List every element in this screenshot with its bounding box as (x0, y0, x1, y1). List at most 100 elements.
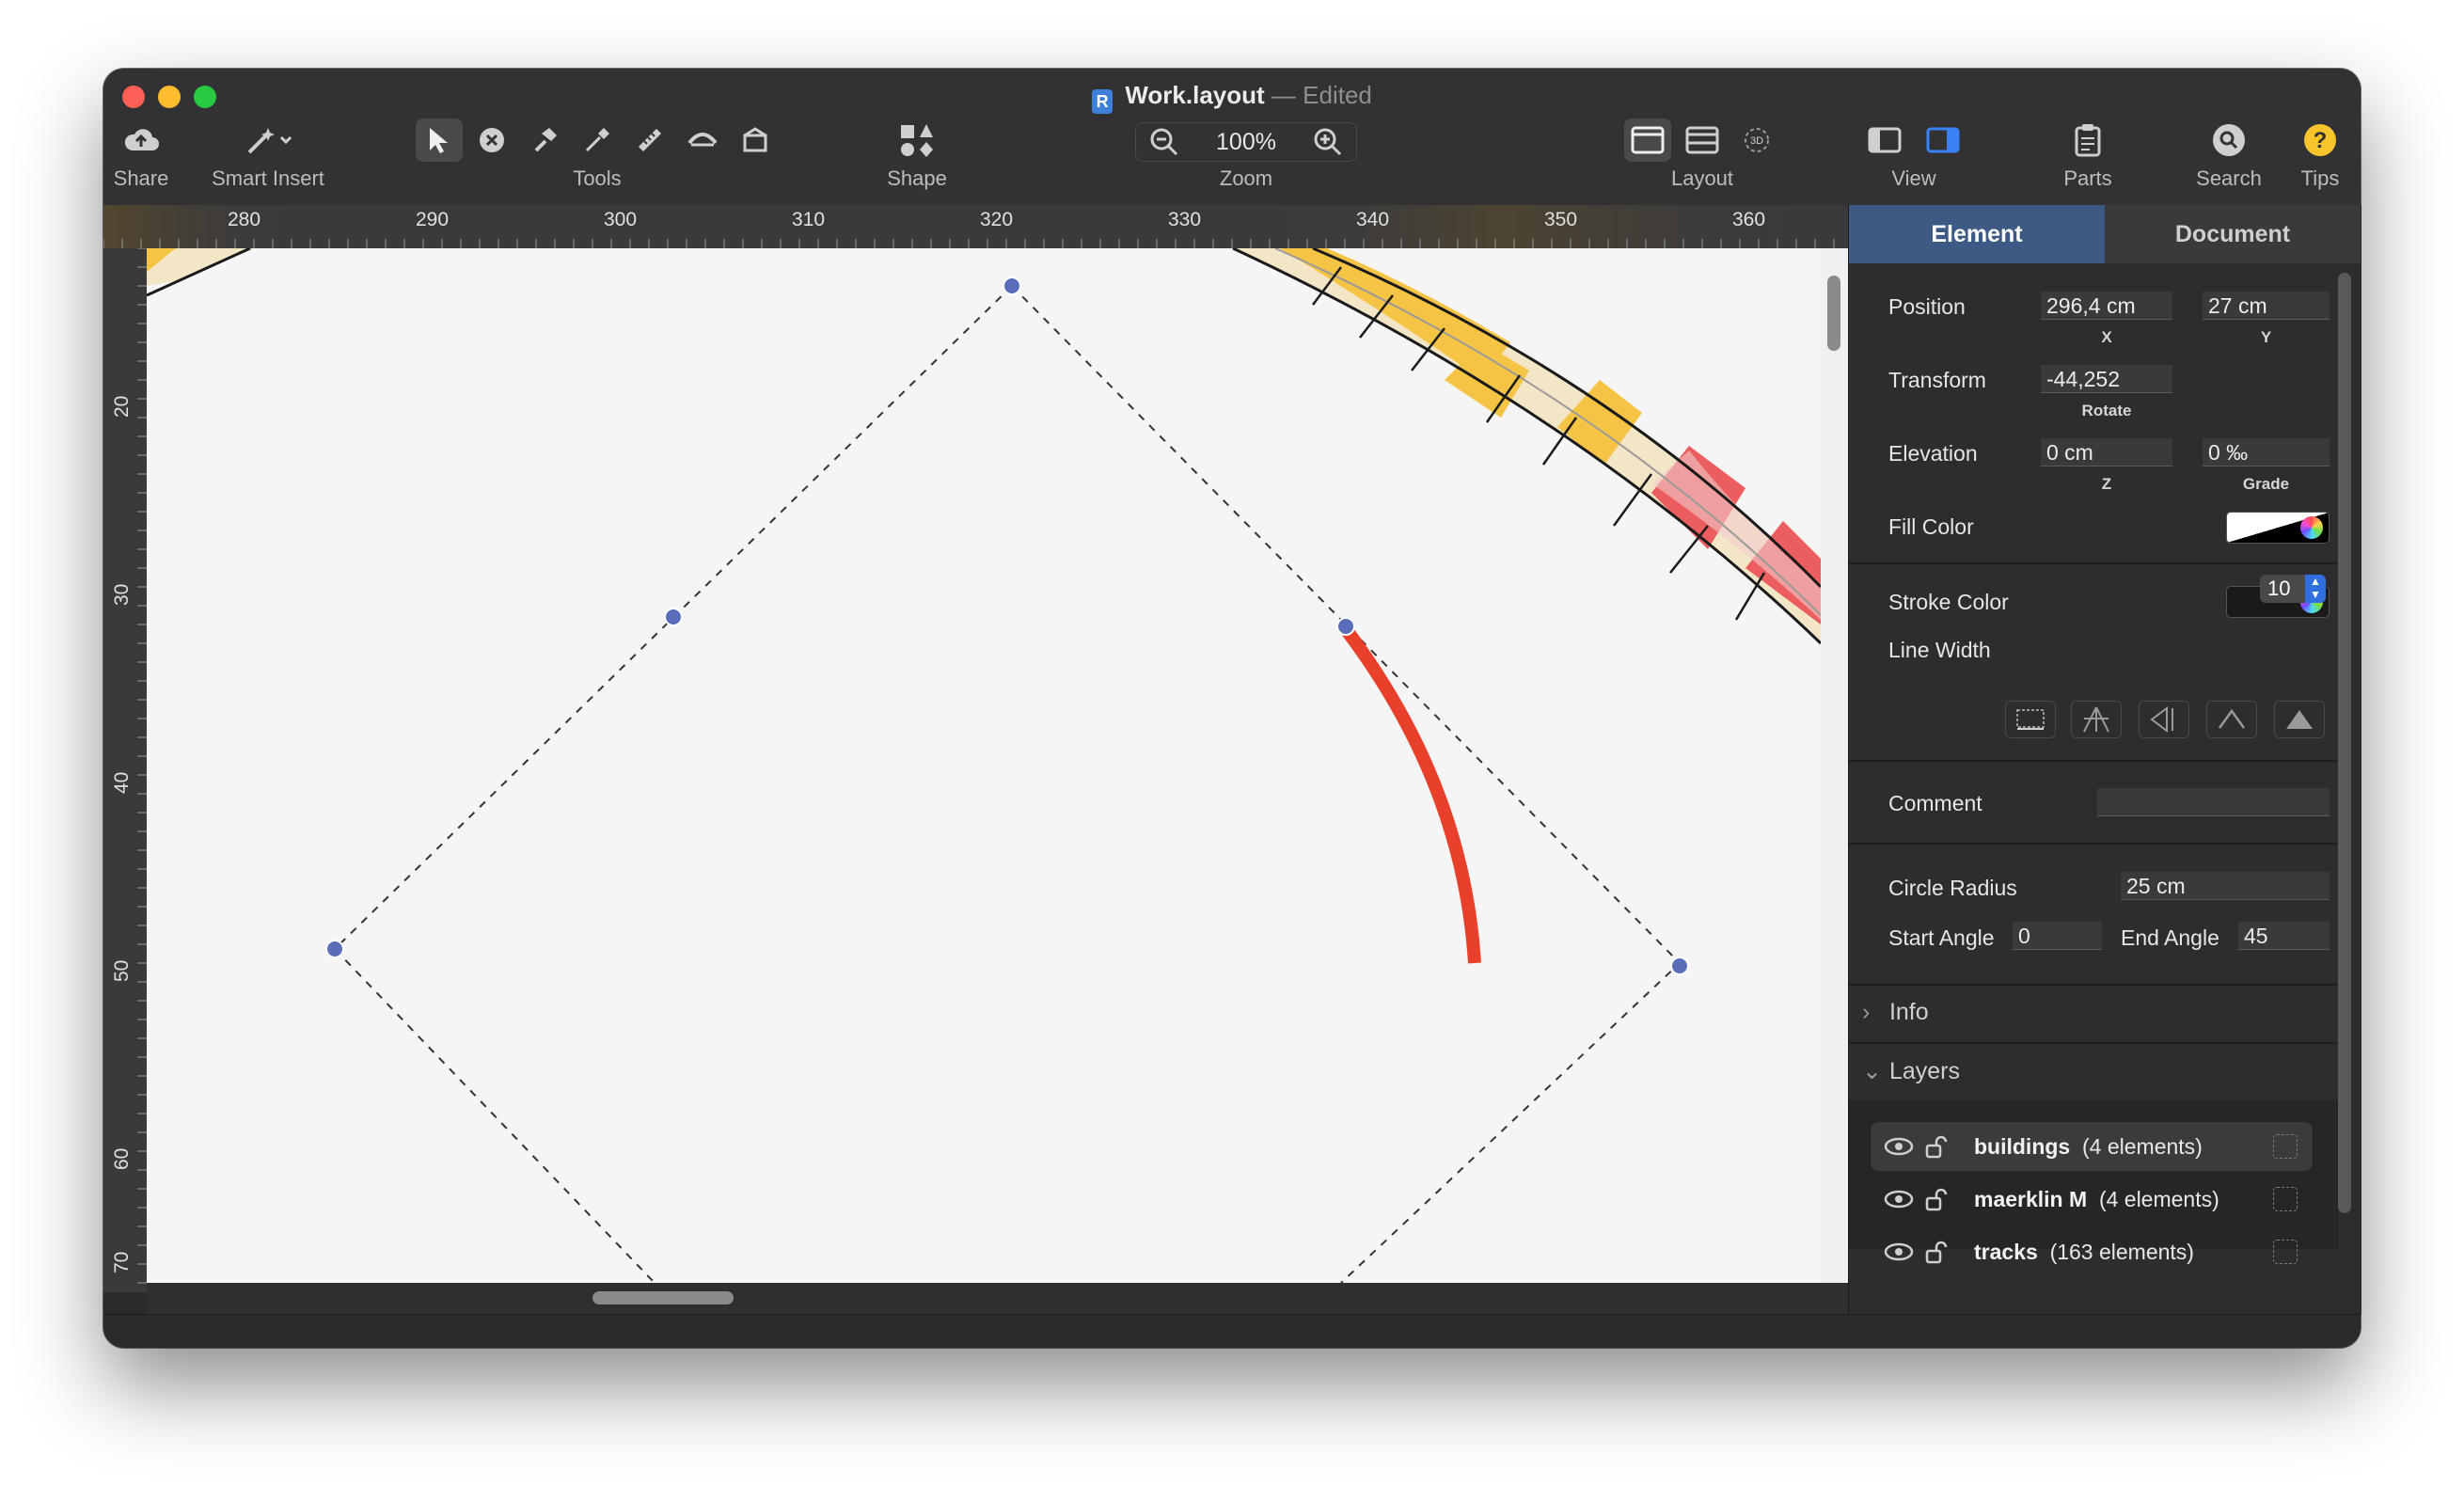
position-x-caption: X (2101, 328, 2112, 346)
arc-open-button[interactable] (2206, 701, 2257, 738)
eye-icon[interactable] (1884, 1190, 1914, 1209)
inspector-scrollbar[interactable] (2338, 273, 2351, 1213)
delete-tool-button[interactable] (468, 119, 515, 162)
station-icon (743, 127, 767, 152)
track-fragment-top-left[interactable] (147, 248, 255, 297)
flip-horizontal-button[interactable] (2139, 701, 2189, 738)
search-label: Search (2196, 166, 2262, 190)
eyedropper-icon (585, 128, 609, 152)
layer-select-box[interactable] (2273, 1187, 2298, 1211)
select-tool-button[interactable] (416, 119, 463, 162)
layer-row-tracks[interactable]: tracks (163 elements) (1871, 1227, 2313, 1276)
toggle-sidebar-left-button[interactable] (1861, 119, 1908, 162)
comment-field[interactable] (2097, 788, 2330, 816)
sidebar-right-icon (1926, 127, 1960, 153)
layout-single-button[interactable] (1624, 119, 1671, 162)
rotate-field[interactable]: -44,252 (2041, 365, 2172, 393)
layout-canvas[interactable] (147, 248, 1821, 1283)
ruler-top-label: 340 (1356, 209, 1390, 230)
fill-color-well[interactable] (2226, 512, 2330, 544)
end-angle-field[interactable]: 45 (2238, 922, 2330, 950)
tools-label: Tools (573, 166, 622, 190)
handle-right-mid[interactable] (1336, 617, 1355, 636)
line-width-stepper[interactable]: 10 ▲ ▼ (2260, 575, 2326, 603)
toggle-sidebar-right-button[interactable] (1919, 119, 1966, 162)
position-x-field[interactable]: 296,4 cm (2041, 292, 2172, 320)
canvas-horizontal-scrollbar[interactable] (147, 1283, 1848, 1314)
zoom-level[interactable]: 100% (1216, 129, 1276, 156)
layer-label: buildings (4 elements) (1974, 1122, 2203, 1171)
shapes-icon (901, 124, 933, 157)
smart-insert-button[interactable]: Smart Insert (207, 118, 329, 191)
layer-select-box[interactable] (2273, 1240, 2298, 1264)
circle-radius-field[interactable]: 25 cm (2121, 872, 2330, 900)
shape-button[interactable]: Shape (865, 118, 969, 191)
layer-label: tracks (163 elements) (1974, 1227, 2194, 1276)
eyedropper-tool-button[interactable] (574, 119, 621, 162)
layer-row-maerklin-m[interactable]: maerklin M (4 elements) (1871, 1175, 2313, 1224)
zoom-in-icon[interactable] (1313, 127, 1343, 157)
end-angle-label: End Angle (2121, 925, 2219, 950)
document-icon: R (1092, 89, 1114, 114)
ruler-top-label: 290 (416, 209, 450, 230)
handle-left-mid[interactable] (664, 608, 683, 626)
stepper-arrows-icon[interactable]: ▲ ▼ (2305, 575, 2326, 603)
ruler-tool-button[interactable] (626, 119, 673, 162)
unlock-icon[interactable] (1925, 1241, 1948, 1264)
flip-vertical-button[interactable] (2071, 701, 2122, 738)
layer-controls (1884, 1188, 1948, 1211)
selected-arc[interactable] (1340, 624, 1481, 964)
ruler-left-label: 60 (111, 1147, 133, 1170)
position-label: Position (1888, 294, 1966, 319)
arc-fill-button[interactable] (2274, 701, 2325, 738)
elevation-z-field[interactable]: 0 cm (2041, 438, 2172, 466)
start-angle-field[interactable]: 0 (2013, 922, 2102, 950)
layout-label: Layout (1670, 166, 1734, 190)
canvas-vertical-scrollbar[interactable] (1821, 248, 1848, 1292)
tab-element[interactable]: Element (1849, 205, 2105, 263)
ruler-top-label: 320 (980, 209, 1014, 230)
title-bar: R Work.layout — Edited Share Smart Inser… (103, 69, 2361, 206)
ruler-icon (639, 129, 661, 151)
zoom-control: 100% (1135, 122, 1357, 162)
color-wheel-icon[interactable] (2300, 516, 2323, 539)
canvas-horizontal-scroll-thumb[interactable] (592, 1291, 734, 1304)
view-group: View (1853, 118, 1975, 191)
cloud-upload-icon (124, 129, 159, 150)
handle-right[interactable] (1670, 956, 1689, 975)
tunnel-tool-button[interactable] (679, 119, 726, 162)
share-button[interactable]: Share (111, 118, 171, 191)
parts-button[interactable]: Parts (2041, 118, 2135, 191)
tips-button[interactable]: ? Tips (2287, 118, 2353, 191)
tunnel-icon (687, 133, 718, 147)
station-tool-button[interactable] (732, 119, 779, 162)
eye-icon[interactable] (1884, 1242, 1914, 1261)
section-divider (1849, 984, 2338, 986)
layer-controls (1884, 1241, 1948, 1264)
tab-document[interactable]: Document (2105, 205, 2361, 263)
align-selection-button[interactable] (2005, 701, 2056, 738)
hammer-tool-button[interactable] (521, 119, 568, 162)
eye-icon[interactable] (1884, 1137, 1914, 1156)
section-divider (1849, 562, 2338, 564)
ruler-top-label: 360 (1732, 209, 1766, 230)
unlock-icon[interactable] (1925, 1135, 1948, 1159)
info-disclosure[interactable]: › Info (1862, 999, 1929, 1026)
canvas-vertical-scroll-thumb[interactable] (1827, 276, 1840, 351)
handle-top[interactable] (1003, 277, 1021, 295)
search-button[interactable]: Search (2182, 118, 2276, 191)
layout-split-button[interactable] (1679, 119, 1726, 162)
zoom-out-icon[interactable] (1149, 127, 1179, 157)
info-label: Info (1888, 999, 1929, 1025)
unlock-icon[interactable] (1925, 1188, 1948, 1211)
curved-track[interactable] (1232, 248, 1821, 645)
section-divider (1849, 1042, 2338, 1044)
position-y-field[interactable]: 27 cm (2203, 292, 2330, 320)
layout-3d-button[interactable]: 3D (1733, 119, 1780, 162)
section-divider (1849, 843, 2338, 845)
layers-disclosure[interactable]: ⌄ Layers (1862, 1057, 1960, 1085)
layer-row-buildings[interactable]: buildings (4 elements) (1871, 1122, 2313, 1171)
layer-select-box[interactable] (2273, 1134, 2298, 1159)
handle-left[interactable] (325, 940, 344, 958)
elevation-grade-field[interactable]: 0 ‰ (2203, 438, 2330, 466)
